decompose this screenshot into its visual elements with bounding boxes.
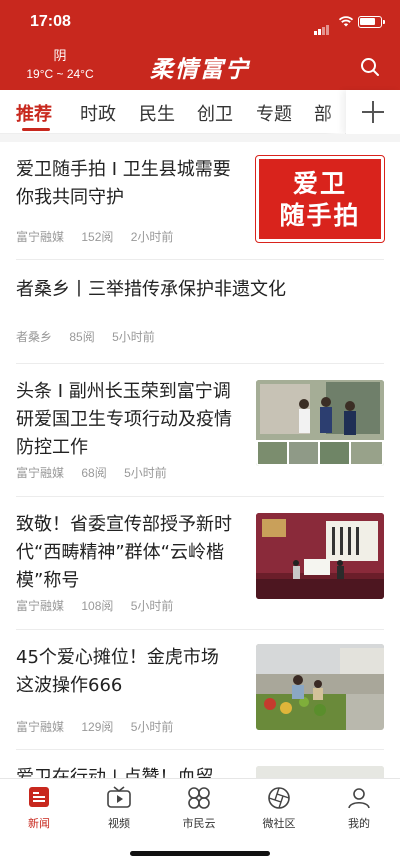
news-feed[interactable]: 爱卫随手拍 I 卫生县城需要你我共同守护 富宁融媒 152阅 2小时前 爱卫 随…: [0, 142, 400, 778]
status-time: 17:08: [30, 13, 71, 30]
news-meta: 者桑乡 85阅 5小时前: [16, 328, 169, 345]
news-views: 152阅: [81, 230, 114, 244]
news-item[interactable]: 头条 I 副州长玉荣到富宁调研爱国卫生专项行动及疫情防控工作 富宁融媒 68阅 …: [16, 364, 384, 497]
add-channel-button[interactable]: [346, 90, 400, 134]
news-item[interactable]: 45个爱心摊位！金虎市场这波操作666 富宁融媒 129阅 5小时前: [16, 630, 384, 750]
grid-flower-icon: [188, 787, 210, 809]
news-item[interactable]: 爱卫随手拍 I 卫生县城需要你我共同守护 富宁融媒 152阅 2小时前 爱卫 随…: [16, 142, 385, 260]
tv-icon: [107, 786, 131, 808]
nav-label: 新闻: [28, 817, 50, 830]
news-time: 2小时前: [130, 230, 174, 244]
news-views: 68阅: [81, 466, 107, 480]
news-title[interactable]: 爱卫随手拍 I 卫生县城需要你我共同守护: [16, 156, 234, 212]
nav-community[interactable]: 微社区: [247, 785, 311, 831]
app-header: 17:08 阴 19°C ~ 24°C 柔情富宁: [0, 0, 400, 90]
category-tabs: 推荐 时政 民生 创卫 专题 部: [0, 90, 400, 134]
home-indicator[interactable]: [130, 851, 270, 856]
news-meta: 富宁融媒 152阅 2小时前: [16, 228, 187, 245]
tab-sanitation[interactable]: 创卫: [197, 100, 233, 126]
thumbnail-text: 爱卫 随手拍: [279, 169, 361, 230]
news-title[interactable]: 头条 I 副州长玉荣到富宁调研爱国卫生专项行动及疫情防控工作: [16, 378, 236, 462]
news-source: 富宁融媒: [16, 599, 65, 613]
news-thumbnail[interactable]: [256, 513, 384, 599]
nav-label: 市民云: [182, 817, 216, 830]
news-views: 129阅: [81, 720, 114, 734]
tab-special[interactable]: 专题: [256, 100, 292, 126]
news-meta: 富宁融媒 68阅 5小时前: [16, 464, 181, 481]
tabs-fade: [325, 90, 345, 134]
weather-temperature: 19°C ~ 24°C: [26, 67, 94, 81]
divider: [0, 134, 400, 142]
nav-label: 我的: [348, 817, 370, 830]
status-bar: 17:08: [0, 0, 400, 44]
news-title[interactable]: 致敬！省委宣传部授予新时代“西畴精神”群体“云岭楷模”称号: [16, 511, 236, 595]
news-item[interactable]: 者桑乡丨三举措传承保护非遗文化 者桑乡 85阅 5小时前: [16, 260, 384, 364]
nav-news[interactable]: 新闻: [7, 785, 71, 831]
aperture-icon: [268, 787, 290, 809]
news-meta: 富宁融媒 108阅 5小时前: [16, 597, 187, 614]
news-title[interactable]: 者桑乡丨三举措传承保护非遗文化: [16, 276, 384, 304]
tab-recommend[interactable]: 推荐: [16, 100, 52, 126]
weather-widget[interactable]: 阴 19°C ~ 24°C: [18, 48, 102, 82]
news-title[interactable]: 45个爱心摊位！金虎市场这波操作666: [16, 644, 236, 700]
nav-video[interactable]: 视频: [87, 785, 151, 831]
nav-label: 视频: [108, 817, 130, 830]
wifi-icon: [338, 16, 354, 27]
news-views: 108阅: [81, 599, 114, 613]
nav-citizen-cloud[interactable]: 市民云: [167, 785, 231, 831]
signal-icon: [314, 16, 330, 35]
news-item[interactable]: 致敬！省委宣传部授予新时代“西畴精神”群体“云岭楷模”称号 富宁融媒 108阅 …: [16, 497, 384, 630]
news-views: 85阅: [69, 330, 95, 344]
app-logo: 柔情富宁: [150, 56, 250, 83]
news-title[interactable]: 爱卫在行动 | 点赞！血留: [16, 764, 236, 778]
battery-icon: [358, 16, 385, 28]
news-thumbnail[interactable]: [256, 644, 384, 730]
news-source: 富宁融媒: [16, 720, 65, 734]
news-thumbnail[interactable]: 爱卫 随手拍: [255, 155, 385, 243]
news-thumbnail[interactable]: [256, 766, 384, 778]
person-icon: [348, 788, 370, 809]
active-tab-indicator: [22, 128, 50, 131]
news-icon: [29, 787, 49, 807]
news-time: 5小时前: [112, 330, 155, 344]
news-time: 5小时前: [130, 720, 174, 734]
nav-profile[interactable]: 我的: [327, 785, 391, 831]
nav-label: 微社区: [262, 817, 296, 830]
news-thumbnail[interactable]: [256, 380, 384, 466]
weather-condition: 阴: [53, 48, 67, 63]
news-source: 富宁融媒: [16, 466, 65, 480]
news-source: 者桑乡: [16, 330, 53, 344]
tab-politics[interactable]: 时政: [80, 100, 116, 126]
news-item[interactable]: 爱卫在行动 | 点赞！血留: [16, 750, 384, 778]
news-source: 富宁融媒: [16, 230, 65, 244]
news-meta: 富宁融媒 129阅 5小时前: [16, 718, 187, 735]
news-time: 5小时前: [124, 466, 167, 480]
tab-livelihood[interactable]: 民生: [139, 100, 175, 126]
search-icon[interactable]: [360, 57, 380, 77]
news-time: 5小时前: [130, 599, 174, 613]
